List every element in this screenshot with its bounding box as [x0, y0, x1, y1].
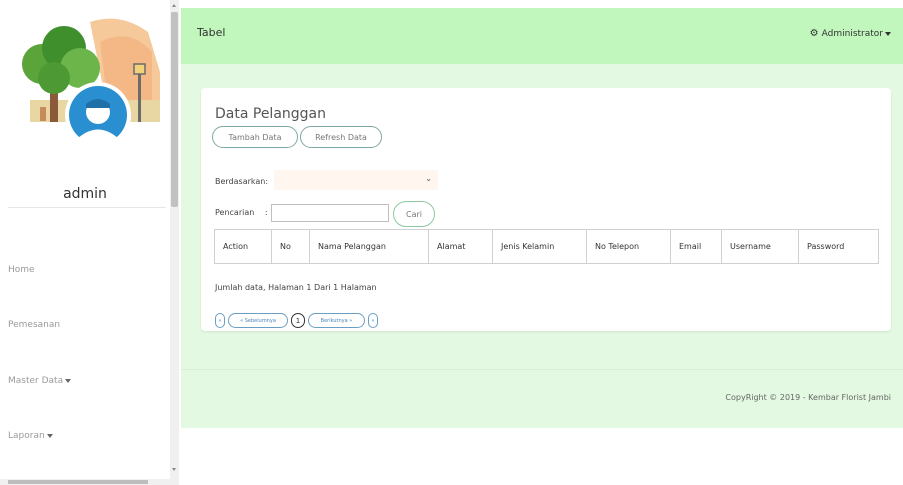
last-page-button[interactable]: » — [368, 313, 378, 328]
customer-data-panel: Data Pelanggan Tambah Data Refresh Data … — [201, 88, 891, 331]
gear-icon: ⚙ — [809, 28, 819, 39]
search-input[interactable] — [271, 204, 389, 222]
caret-down-icon — [885, 31, 891, 36]
current-page-button[interactable]: 1 — [291, 313, 305, 328]
nav-item-laporan-label: Laporan — [8, 431, 45, 441]
nav-item-home-label: Home — [8, 265, 35, 275]
user-menu-label: Administrator — [821, 29, 883, 39]
column-header-gender: Jenis Kelamin — [492, 229, 587, 264]
search-button[interactable]: Cari — [393, 201, 435, 227]
column-header-action: Action — [214, 229, 272, 264]
admin-username: admin — [63, 186, 107, 202]
top-header: Tabel ⚙ Administrator — [181, 8, 903, 64]
first-page-button[interactable]: « — [215, 313, 225, 328]
customer-table: Action No Nama Pelanggan Alamat Jenis Ke… — [214, 229, 879, 264]
column-header-name: Nama Pelanggan — [309, 229, 429, 264]
copyright-text: CopyRight © 2019 - Kembar Florist Jambi — [725, 393, 891, 402]
sidebar-scrollbar[interactable] — [170, 0, 179, 485]
sidebar: admin Home Pemesanan Master Data Laporan — [0, 0, 170, 485]
profile-logo — [20, 12, 168, 152]
nav-item-pemesanan[interactable]: Pemesanan — [8, 320, 60, 330]
next-page-button[interactable]: Berikutnya » — [308, 313, 365, 328]
panel-title: Data Pelanggan — [215, 106, 327, 122]
column-header-address: Alamat — [428, 229, 493, 264]
page-title: Tabel — [197, 26, 226, 39]
scroll-up-arrow-icon[interactable] — [172, 4, 176, 7]
footer: CopyRight © 2019 - Kembar Florist Jambi — [181, 369, 903, 428]
nav-item-laporan[interactable]: Laporan — [8, 431, 53, 441]
horizontal-scrollbar-thumb[interactable] — [8, 480, 148, 484]
column-header-no: No — [271, 229, 310, 264]
user-menu-dropdown[interactable]: ⚙ Administrator — [810, 28, 891, 39]
tree-avatar-illustration — [20, 12, 168, 152]
column-header-phone: No Telepon — [586, 229, 671, 264]
sidebar-horizontal-scrollbar[interactable] — [0, 479, 170, 485]
add-data-button[interactable]: Tambah Data — [212, 126, 298, 148]
caret-down-icon — [65, 378, 72, 383]
caret-down-icon — [46, 433, 53, 438]
table-header-row: Action No Nama Pelanggan Alamat Jenis Ke… — [214, 229, 879, 264]
nav-item-master-data-label: Master Data — [8, 376, 64, 386]
column-header-username: Username — [721, 229, 799, 264]
column-header-email: Email — [670, 229, 722, 264]
search-label: Pencarian : — [215, 208, 268, 217]
filter-select[interactable]: ⌄ — [274, 170, 438, 190]
nav-item-master-data[interactable]: Master Data — [8, 376, 72, 386]
scrollbar-thumb[interactable] — [171, 12, 178, 207]
scroll-down-arrow-icon[interactable] — [172, 468, 176, 471]
column-header-password: Password — [798, 229, 879, 264]
nav-item-home[interactable]: Home — [8, 265, 35, 275]
previous-page-button[interactable]: « Sebelumnya — [228, 313, 288, 328]
refresh-data-button[interactable]: Refresh Data — [300, 126, 382, 148]
sidebar-divider — [8, 207, 166, 208]
nav-item-pemesanan-label: Pemesanan — [8, 320, 61, 330]
chevron-down-icon: ⌄ — [425, 174, 432, 183]
filter-label: Berdasarkan: — [215, 177, 269, 186]
data-summary: Jumlah data, Halaman 1 Dari 1 Halaman — [215, 283, 377, 292]
